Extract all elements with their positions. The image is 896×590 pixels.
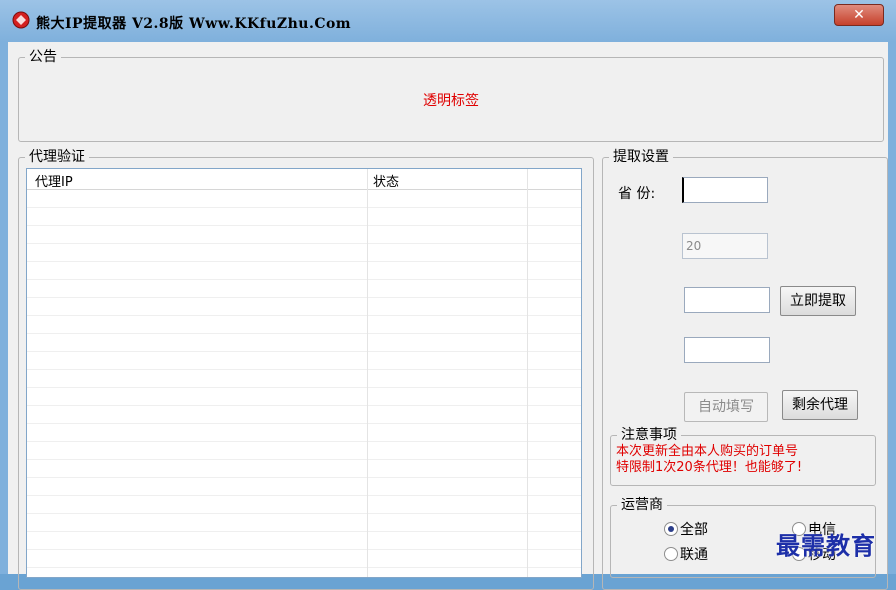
table-row[interactable] bbox=[27, 190, 581, 208]
attention-line-2: 特限制1次20条代理！也能够了! bbox=[616, 460, 803, 475]
radio-unicom-label[interactable]: 联通 bbox=[680, 544, 708, 564]
table-row[interactable] bbox=[27, 208, 581, 226]
table-row[interactable] bbox=[27, 424, 581, 442]
app-logo-icon bbox=[12, 11, 30, 29]
watermark: 最需教育 bbox=[776, 531, 876, 560]
table-row[interactable] bbox=[27, 226, 581, 244]
table-row[interactable] bbox=[27, 370, 581, 388]
table-row[interactable] bbox=[27, 568, 581, 577]
column-header-status[interactable]: 状态 bbox=[373, 171, 399, 190]
extract-field-4[interactable] bbox=[684, 337, 770, 363]
province-input[interactable] bbox=[682, 177, 768, 203]
notice-legend: 公告 bbox=[29, 49, 57, 65]
table-row[interactable] bbox=[27, 244, 581, 262]
table-row[interactable] bbox=[27, 262, 581, 280]
radio-unicom[interactable] bbox=[664, 547, 678, 561]
proxy-list[interactable]: 代理IP 状态 bbox=[26, 168, 582, 578]
close-icon: ✕ bbox=[853, 7, 865, 23]
extract-field-3[interactable] bbox=[684, 287, 770, 313]
column-divider bbox=[527, 169, 528, 577]
operator-legend: 运营商 bbox=[621, 497, 663, 513]
radio-all-label[interactable]: 全部 bbox=[680, 519, 708, 539]
province-label: 省 份: bbox=[618, 186, 656, 202]
remaining-proxy-button[interactable]: 剩余代理 bbox=[782, 390, 858, 420]
proxy-verify-legend: 代理验证 bbox=[29, 149, 85, 165]
attention-line-1: 本次更新全由本人购买的订单号 bbox=[616, 444, 799, 459]
table-row[interactable] bbox=[27, 496, 581, 514]
radio-all[interactable] bbox=[664, 522, 678, 536]
notice-group: 公告 透明标签 bbox=[18, 50, 884, 142]
extract-now-button[interactable]: 立即提取 bbox=[780, 286, 856, 316]
auto-fill-button[interactable]: 自动填写 bbox=[684, 392, 768, 422]
proxy-list-header: 代理IP 状态 bbox=[27, 169, 581, 190]
extract-settings-legend: 提取设置 bbox=[613, 149, 669, 165]
count-input[interactable]: 20 bbox=[682, 233, 768, 259]
table-row[interactable] bbox=[27, 514, 581, 532]
title-bar[interactable]: 熊大IP提取器 V2.8版 Www.KKfuZhu.Com ✕ bbox=[0, 0, 896, 42]
window-title: 熊大IP提取器 V2.8版 Www.KKfuZhu.Com bbox=[36, 16, 352, 32]
table-row[interactable] bbox=[27, 442, 581, 460]
notice-text: 透明标签 bbox=[423, 93, 479, 109]
table-row[interactable] bbox=[27, 298, 581, 316]
table-row[interactable] bbox=[27, 406, 581, 424]
attention-legend: 注意事项 bbox=[621, 427, 677, 443]
table-row[interactable] bbox=[27, 478, 581, 496]
table-row[interactable] bbox=[27, 388, 581, 406]
proxy-list-rows bbox=[27, 190, 581, 577]
column-header-proxy-ip[interactable]: 代理IP bbox=[35, 171, 73, 190]
table-row[interactable] bbox=[27, 316, 581, 334]
client-area: 公告 透明标签 代理验证 代理IP 状态 提取设置 省 份: 20 立即提取 自… bbox=[8, 42, 888, 590]
table-row[interactable] bbox=[27, 460, 581, 478]
table-row[interactable] bbox=[27, 352, 581, 370]
close-button[interactable]: ✕ bbox=[834, 4, 884, 26]
table-row[interactable] bbox=[27, 280, 581, 298]
table-row[interactable] bbox=[27, 532, 581, 550]
table-row[interactable] bbox=[27, 334, 581, 352]
app-window: 熊大IP提取器 V2.8版 Www.KKfuZhu.Com ✕ 公告 透明标签 … bbox=[0, 0, 896, 590]
column-divider bbox=[367, 169, 368, 577]
table-row[interactable] bbox=[27, 550, 581, 568]
